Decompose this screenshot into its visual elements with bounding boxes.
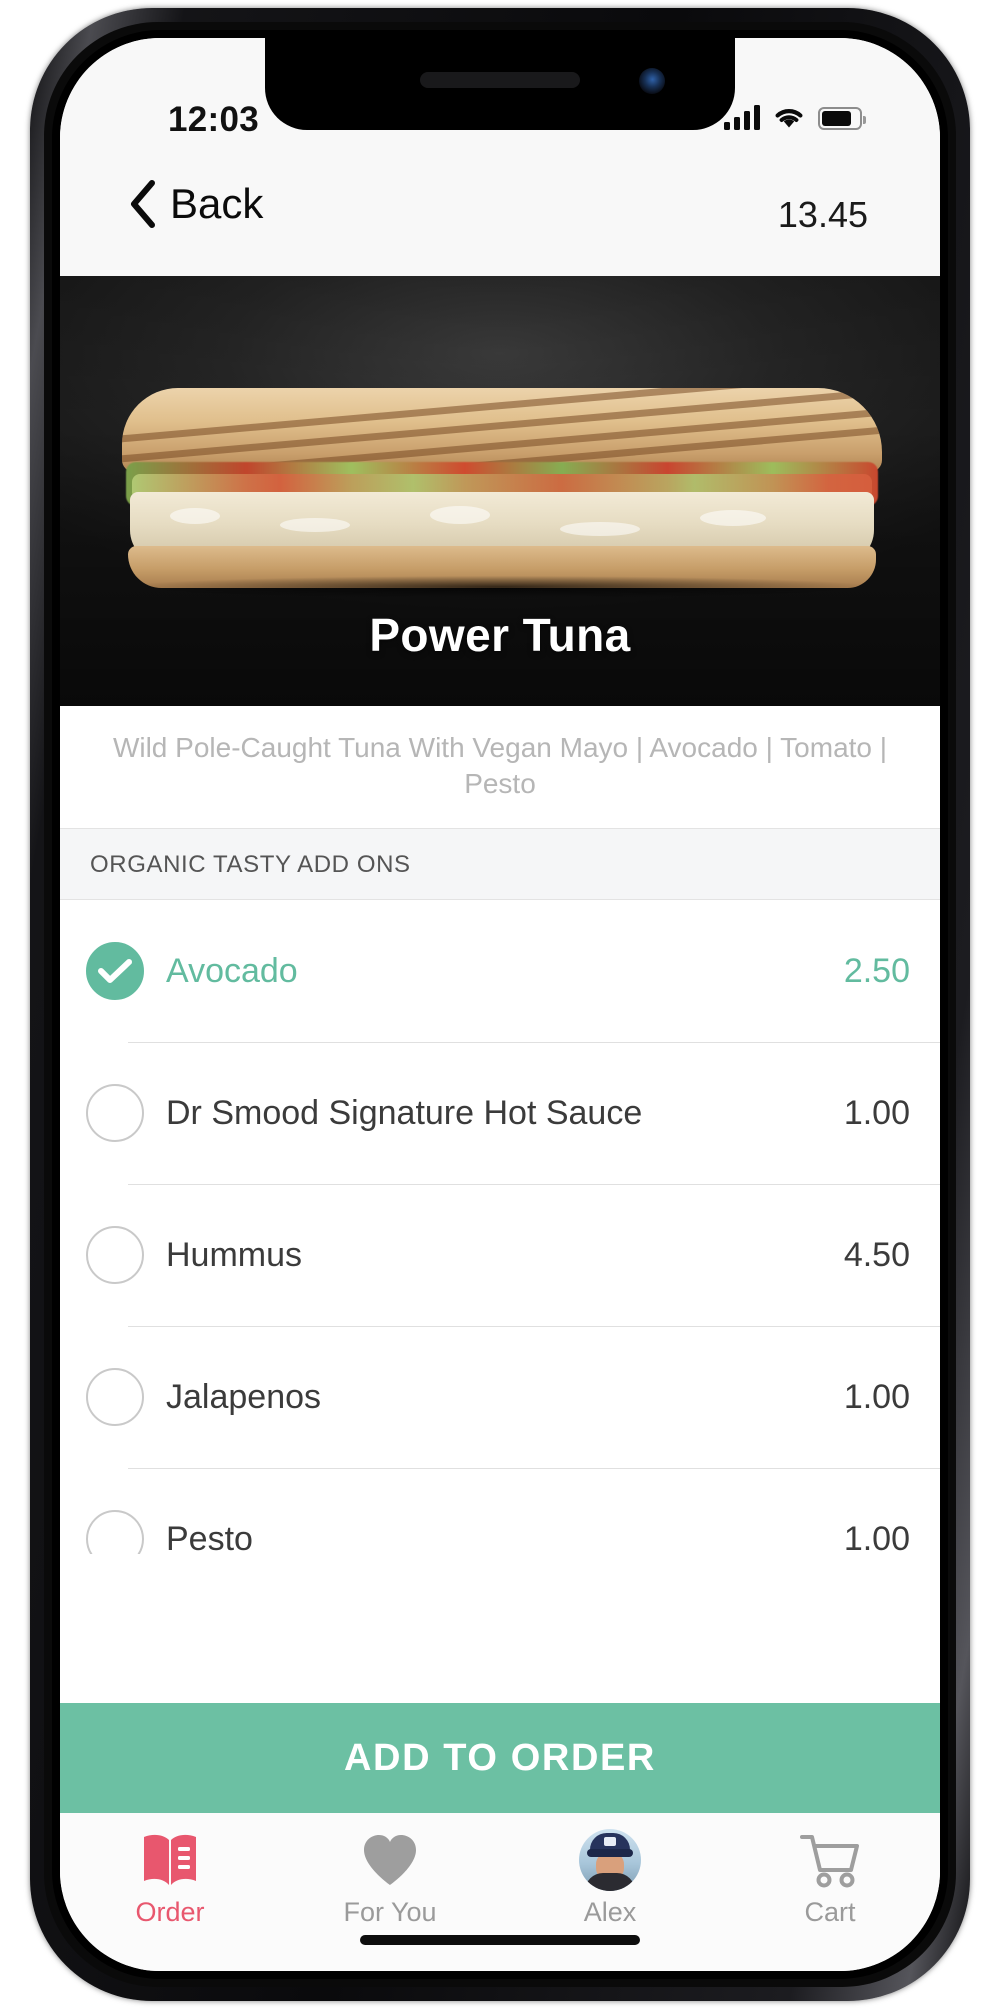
addons-list[interactable]: Avocado 2.50 Dr Smood Signature Hot Sauc… bbox=[60, 900, 940, 1554]
heart-icon bbox=[361, 1829, 419, 1891]
add-to-order-label: ADD TO ORDER bbox=[344, 1736, 656, 1779]
addon-label: Hummus bbox=[166, 1235, 303, 1274]
tab-label: For You bbox=[343, 1897, 437, 1927]
tab-cart[interactable]: Cart bbox=[720, 1813, 940, 1971]
wifi-icon bbox=[773, 105, 805, 130]
addon-row-avocado[interactable]: Avocado 2.50 bbox=[60, 900, 940, 1042]
addon-checkbox-hot-sauce[interactable] bbox=[86, 1084, 144, 1142]
addon-label: Pesto bbox=[166, 1519, 253, 1555]
addon-row-pesto[interactable]: Pesto 1.00 bbox=[60, 1468, 940, 1554]
addon-checkbox-jalapenos[interactable] bbox=[86, 1368, 144, 1426]
bottom-tab-bar: Order For You Alex Cart bbox=[60, 1813, 940, 1971]
item-price: 13.45 bbox=[777, 194, 868, 235]
tab-profile-alex[interactable]: Alex bbox=[500, 1813, 720, 1971]
device-notch bbox=[265, 38, 735, 130]
avatar bbox=[579, 1829, 641, 1891]
tab-label: Alex bbox=[583, 1897, 637, 1927]
tab-order[interactable]: Order bbox=[60, 1813, 280, 1971]
addons-section-header: ORGANIC TASTY ADD ONS bbox=[60, 828, 940, 900]
navigation-bar: Back 13.45 bbox=[60, 156, 940, 276]
product-hero-image: Power Tuna bbox=[60, 276, 940, 706]
battery-icon bbox=[818, 107, 866, 130]
status-bar-icons bbox=[724, 104, 866, 130]
addon-price: 4.50 bbox=[843, 1235, 910, 1274]
front-camera-icon bbox=[639, 68, 665, 94]
sandwich-illustration bbox=[122, 388, 882, 588]
user-avatar-icon bbox=[579, 1829, 641, 1891]
back-button-label: Back bbox=[170, 180, 264, 227]
addon-label: Dr Smood Signature Hot Sauce bbox=[166, 1093, 643, 1132]
chevron-left-icon bbox=[131, 180, 155, 228]
addon-row-jalapenos[interactable]: Jalapenos 1.00 bbox=[60, 1326, 940, 1468]
status-bar-clock: 12:03 bbox=[168, 100, 260, 139]
add-to-order-button[interactable]: ADD TO ORDER bbox=[60, 1703, 940, 1813]
screenshot-root: 12:03 Back 13.45 Power Tuna Wild Pole-Ca… bbox=[0, 0, 1000, 2009]
addon-row-hummus[interactable]: Hummus 4.50 bbox=[60, 1184, 940, 1326]
shopping-cart-icon bbox=[799, 1829, 861, 1891]
addon-price: 1.00 bbox=[843, 1093, 910, 1132]
check-icon bbox=[98, 959, 132, 983]
product-description: Wild Pole-Caught Tuna With Vegan Mayo | … bbox=[60, 706, 940, 828]
product-title: Power Tuna bbox=[369, 609, 631, 661]
hero-shadow bbox=[130, 576, 870, 598]
addon-price: 1.00 bbox=[843, 1519, 910, 1555]
phone-screen: 12:03 Back 13.45 Power Tuna Wild Pole-Ca… bbox=[60, 38, 940, 1971]
addon-checkbox-hummus[interactable] bbox=[86, 1226, 144, 1284]
addon-label: Jalapenos bbox=[166, 1377, 322, 1416]
tab-for-you[interactable]: For You bbox=[280, 1813, 500, 1971]
battery-fill bbox=[822, 111, 851, 126]
addon-label: Avocado bbox=[166, 951, 298, 990]
earpiece-speaker-icon bbox=[420, 72, 580, 88]
addon-price: 2.50 bbox=[843, 951, 910, 990]
addon-checkbox-pesto[interactable] bbox=[86, 1510, 144, 1554]
home-indicator[interactable] bbox=[360, 1935, 640, 1945]
tab-label: Order bbox=[135, 1897, 205, 1927]
addons-section-header-label: ORGANIC TASTY ADD ONS bbox=[90, 851, 411, 878]
addon-row-hot-sauce[interactable]: Dr Smood Signature Hot Sauce 1.00 bbox=[60, 1042, 940, 1184]
open-book-icon bbox=[140, 1829, 200, 1891]
back-button[interactable]: Back bbox=[128, 180, 263, 228]
addon-checkbox-avocado[interactable] bbox=[86, 942, 144, 1000]
tab-label: Cart bbox=[804, 1897, 856, 1927]
addon-price: 1.00 bbox=[843, 1377, 910, 1416]
